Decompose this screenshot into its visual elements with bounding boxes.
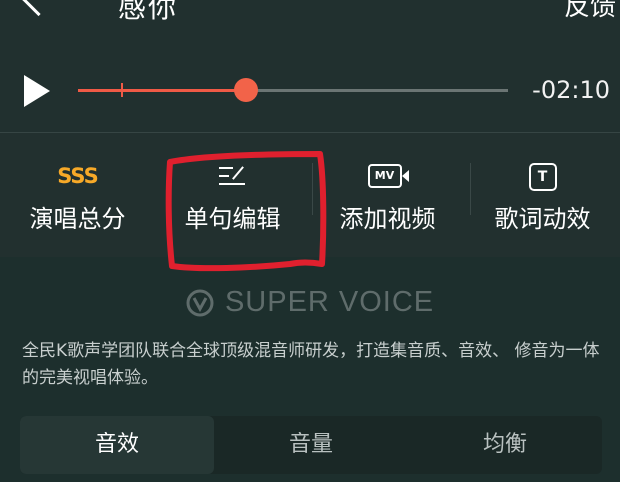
edit-lines-icon <box>155 161 310 191</box>
tool-row: SSS 演唱总分 单句编辑 MV 添加视频 T 歌词动效 <box>0 133 620 257</box>
tool-single-line-edit[interactable]: 单句编辑 <box>155 133 310 257</box>
effect-tabs: 音效 音量 均衡 <box>20 416 602 474</box>
progress-track[interactable] <box>78 78 508 102</box>
tool-lyric-effect[interactable]: T 歌词动效 <box>465 133 620 257</box>
progress-marker <box>121 83 123 97</box>
lyric-effect-icon: T <box>465 161 620 191</box>
tab-volume[interactable]: 音量 <box>214 416 408 474</box>
tool-label: 添加视频 <box>339 205 436 233</box>
progress-thumb[interactable] <box>233 78 258 102</box>
tool-add-video[interactable]: MV 添加视频 <box>310 133 465 257</box>
brand-description: 全民K歌声学团队联合全球顶级混音师研发，打造集音质、音效、 修音为一体的完美视唱… <box>22 341 600 388</box>
back-arrow-icon[interactable] <box>20 0 57 17</box>
tool-label: 单句编辑 <box>184 205 281 233</box>
brand-name: SUPER VOICE <box>224 286 435 318</box>
progress-fill <box>78 89 246 92</box>
top-bar: 感你 反馈 <box>0 0 620 60</box>
play-icon[interactable] <box>24 75 50 107</box>
tool-label: 歌词动效 <box>494 205 591 233</box>
song-title: 感你 <box>118 0 179 24</box>
super-voice-logo-icon <box>186 289 214 316</box>
tool-total-score[interactable]: SSS 演唱总分 <box>0 133 155 257</box>
super-voice-brand: SUPER VOICE <box>0 286 620 326</box>
remaining-time: -02:10 <box>532 76 610 104</box>
feedback-button[interactable]: 反馈 <box>564 0 616 23</box>
tab-effects[interactable]: 音效 <box>20 416 214 474</box>
tool-label: 演唱总分 <box>29 205 126 233</box>
mv-camera-icon: MV <box>310 161 465 191</box>
score-icon: SSS <box>57 164 98 188</box>
tab-equalizer[interactable]: 均衡 <box>408 416 602 474</box>
playback-bar: -02:10 <box>0 60 620 132</box>
